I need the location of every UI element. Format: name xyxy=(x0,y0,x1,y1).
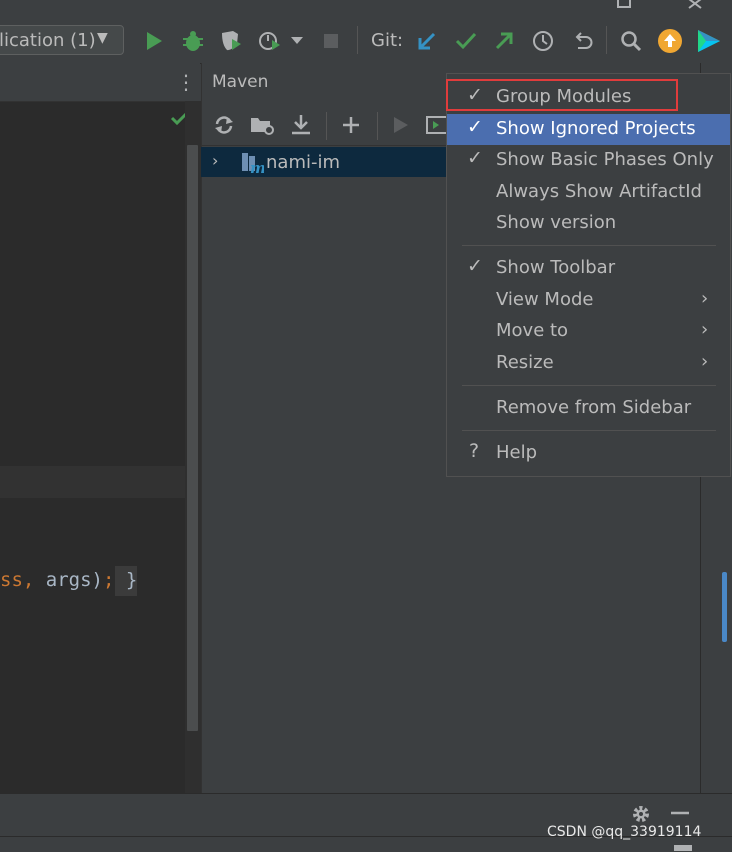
chevron-right-icon[interactable]: › xyxy=(212,151,218,170)
code-with-me-icon[interactable] xyxy=(696,28,722,54)
profiler-icon[interactable] xyxy=(258,28,284,54)
git-commit-icon[interactable] xyxy=(453,28,479,54)
run-configuration-label: lication (1) xyxy=(0,30,96,51)
code-token: } xyxy=(114,569,138,591)
maven-scrollbar[interactable] xyxy=(722,572,727,642)
menu-item-show-toolbar[interactable]: ✓ Show Toolbar xyxy=(447,253,730,284)
check-icon: ✓ xyxy=(467,255,483,277)
menu-item-help[interactable]: ? Help xyxy=(447,438,730,469)
chevron-down-icon[interactable] xyxy=(287,28,307,54)
menu-item-label: Move to xyxy=(496,320,569,341)
chevron-right-icon: › xyxy=(701,319,709,340)
menu-separator xyxy=(462,245,716,246)
chevron-right-icon: › xyxy=(701,351,709,372)
rollback-icon[interactable] xyxy=(570,28,596,54)
execute-goal-icon[interactable] xyxy=(426,112,446,138)
run-maven-build-icon[interactable] xyxy=(388,112,414,138)
run-with-coverage-icon[interactable] xyxy=(218,28,244,54)
git-history-icon[interactable] xyxy=(530,28,556,54)
code-token: ss, xyxy=(0,569,46,591)
stop-icon[interactable] xyxy=(318,28,344,54)
chevron-right-icon: › xyxy=(701,288,709,309)
highlight-annotation-box xyxy=(446,79,678,111)
menu-item-label: View Mode xyxy=(496,289,594,310)
menu-item-label: Always Show ArtifactId xyxy=(496,181,702,202)
code-line: ss, args); } xyxy=(0,569,137,591)
menu-item-show-ignored-projects[interactable]: ✓ Show Ignored Projects xyxy=(447,114,730,145)
current-line-highlight xyxy=(0,466,185,498)
menu-item-label: Show Ignored Projects xyxy=(496,118,696,139)
menu-item-label: Show version xyxy=(496,212,617,233)
window-restore-icon[interactable] xyxy=(616,0,634,13)
editor-scrollbar[interactable] xyxy=(187,145,198,731)
menu-item-show-version[interactable]: Show version xyxy=(447,208,730,239)
status-icon xyxy=(674,845,692,851)
help-icon: ? xyxy=(469,440,480,462)
editor-tab-bar xyxy=(0,63,200,102)
menu-item-label: Remove from Sidebar xyxy=(496,397,692,418)
code-editor[interactable] xyxy=(0,63,200,793)
menu-separator xyxy=(462,430,716,431)
menu-item-resize[interactable]: Resize › xyxy=(447,348,730,379)
menu-item-show-basic-phases-only[interactable]: ✓ Show Basic Phases Only xyxy=(447,145,730,176)
debug-icon[interactable] xyxy=(180,28,206,54)
reload-icon[interactable] xyxy=(211,112,237,138)
generate-sources-icon[interactable] xyxy=(250,112,276,138)
menu-item-move-to[interactable]: Move to › xyxy=(447,316,730,347)
ide-update-icon[interactable] xyxy=(657,28,683,54)
more-options-icon[interactable]: ⋮ xyxy=(176,72,196,92)
toolbar-separator xyxy=(357,26,358,54)
close-icon[interactable] xyxy=(688,0,704,13)
run-icon[interactable] xyxy=(141,28,167,54)
maven-panel-title: Maven xyxy=(212,72,269,92)
git-push-icon[interactable] xyxy=(491,28,517,54)
menu-separator xyxy=(462,385,716,386)
menu-item-label: Show Basic Phases Only xyxy=(496,149,714,170)
download-sources-icon[interactable] xyxy=(289,112,315,138)
git-label: Git: xyxy=(371,30,404,51)
bottom-tool-window-bar xyxy=(0,793,732,852)
menu-item-label: Show Toolbar xyxy=(496,257,616,278)
code-token: args) xyxy=(45,569,103,591)
menu-item-view-mode[interactable]: View Mode › xyxy=(447,285,730,316)
maven-module-icon: m xyxy=(240,151,266,179)
check-icon: ✓ xyxy=(467,147,483,169)
menu-item-label: Help xyxy=(496,442,538,463)
add-icon[interactable] xyxy=(338,112,364,138)
toolbar-separator xyxy=(326,112,327,140)
chevron-down-icon: ▼ xyxy=(97,30,108,46)
toolbar-separator xyxy=(377,112,378,140)
search-icon[interactable] xyxy=(618,28,644,54)
menu-item-remove-from-sidebar[interactable]: Remove from Sidebar xyxy=(447,393,730,424)
menu-item-always-show-artifactid[interactable]: Always Show ArtifactId xyxy=(447,177,730,208)
run-configuration-dropdown[interactable]: lication (1) ▼ xyxy=(0,25,124,55)
git-update-icon[interactable] xyxy=(414,28,440,54)
check-icon: ✓ xyxy=(467,116,483,138)
tree-item-label: nami-im xyxy=(266,152,341,173)
svg-text:m: m xyxy=(250,159,264,175)
menu-item-label: Resize xyxy=(496,352,554,373)
toolbar-separator xyxy=(606,26,607,54)
code-token: ; xyxy=(102,569,115,591)
watermark: CSDN @qq_33919114 xyxy=(547,824,702,840)
